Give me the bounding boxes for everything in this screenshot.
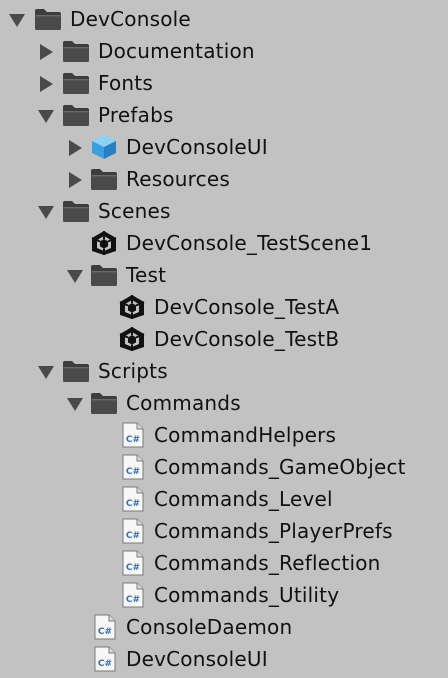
csharp-script-icon: [89, 614, 119, 640]
tree-item-devconsoleui-script[interactable]: DevConsoleUI: [0, 643, 448, 675]
project-tree: DevConsole Documentation Fonts Prefabs D…: [0, 0, 448, 678]
tree-item-label: Commands: [126, 391, 241, 415]
tree-item-label: Commands_GameObject: [154, 455, 406, 479]
unity-scene-icon: [117, 326, 147, 352]
tree-item-label: Resources: [126, 167, 230, 191]
tree-item-label: DevConsoleUI: [126, 647, 268, 671]
tree-item-scripts[interactable]: Scripts: [0, 355, 448, 387]
tree-item-label: Prefabs: [98, 103, 174, 127]
tree-item-commands-utility[interactable]: Commands_Utility: [0, 579, 448, 611]
tree-item-testb[interactable]: DevConsole_TestB: [0, 323, 448, 355]
prefab-cube-icon: [89, 134, 119, 160]
triangle-right-icon[interactable]: [37, 76, 55, 92]
triangle-down-icon[interactable]: [8, 12, 26, 28]
folder-icon: [61, 38, 91, 64]
csharp-script-icon: [117, 582, 147, 608]
triangle-right-icon[interactable]: [66, 172, 84, 188]
tree-item-commands-reflection[interactable]: Commands_Reflection: [0, 547, 448, 579]
tree-item-devconsoleui-prefab[interactable]: DevConsoleUI: [0, 131, 448, 163]
triangle-right-icon[interactable]: [66, 140, 84, 156]
tree-item-label: Commands_Reflection: [154, 551, 381, 575]
tree-item-label: DevConsoleUI: [126, 135, 268, 159]
tree-item-label: Fonts: [98, 71, 153, 95]
csharp-script-icon: [89, 646, 119, 672]
unity-scene-icon: [117, 294, 147, 320]
unity-scene-icon: [89, 230, 119, 256]
tree-item-label: DevConsole_TestA: [154, 295, 340, 319]
csharp-script-icon: [117, 454, 147, 480]
tree-item-label: Scenes: [98, 199, 171, 223]
tree-item-label: Commands_PlayerPrefs: [154, 519, 393, 543]
csharp-script-icon: [117, 518, 147, 544]
folder-icon: [89, 166, 119, 192]
csharp-script-icon: [117, 486, 147, 512]
tree-item-test[interactable]: Test: [0, 259, 448, 291]
folder-icon: [33, 6, 63, 32]
tree-item-label: DevConsole_TestB: [154, 327, 340, 351]
tree-item-commands-playerprefs[interactable]: Commands_PlayerPrefs: [0, 515, 448, 547]
folder-icon: [89, 390, 119, 416]
tree-item-command-helpers[interactable]: CommandHelpers: [0, 419, 448, 451]
csharp-script-icon: [117, 550, 147, 576]
tree-item-label: Commands_Utility: [154, 583, 340, 607]
triangle-down-icon[interactable]: [37, 364, 55, 380]
tree-item-label: Documentation: [98, 39, 255, 63]
folder-icon: [61, 198, 91, 224]
folder-icon: [61, 102, 91, 128]
tree-item-label: ConsoleDaemon: [126, 615, 293, 639]
triangle-down-icon[interactable]: [37, 108, 55, 124]
tree-item-label: CommandHelpers: [154, 423, 337, 447]
tree-item-documentation[interactable]: Documentation: [0, 35, 448, 67]
triangle-right-icon[interactable]: [37, 44, 55, 60]
folder-icon: [89, 262, 119, 288]
folder-icon: [61, 70, 91, 96]
csharp-script-icon: [117, 422, 147, 448]
tree-item-label: DevConsole: [70, 7, 191, 31]
triangle-down-icon[interactable]: [37, 204, 55, 220]
tree-item-scenes[interactable]: Scenes: [0, 195, 448, 227]
tree-item-console-daemon[interactable]: ConsoleDaemon: [0, 611, 448, 643]
tree-item-label: DevConsole_TestScene1: [126, 231, 373, 255]
tree-item-testa[interactable]: DevConsole_TestA: [0, 291, 448, 323]
tree-item-fonts[interactable]: Fonts: [0, 67, 448, 99]
tree-item-label: Test: [126, 263, 167, 287]
folder-icon: [61, 358, 91, 384]
tree-item-resources[interactable]: Resources: [0, 163, 448, 195]
tree-item-commands[interactable]: Commands: [0, 387, 448, 419]
tree-item-label: Scripts: [98, 359, 168, 383]
tree-item-prefabs[interactable]: Prefabs: [0, 99, 448, 131]
triangle-down-icon[interactable]: [66, 396, 84, 412]
tree-item-testscene1[interactable]: DevConsole_TestScene1: [0, 227, 448, 259]
tree-item-commands-gameobject[interactable]: Commands_GameObject: [0, 451, 448, 483]
tree-item-devconsole[interactable]: DevConsole: [0, 3, 448, 35]
triangle-down-icon[interactable]: [66, 268, 84, 284]
tree-item-label: Commands_Level: [154, 487, 333, 511]
tree-item-commands-level[interactable]: Commands_Level: [0, 483, 448, 515]
